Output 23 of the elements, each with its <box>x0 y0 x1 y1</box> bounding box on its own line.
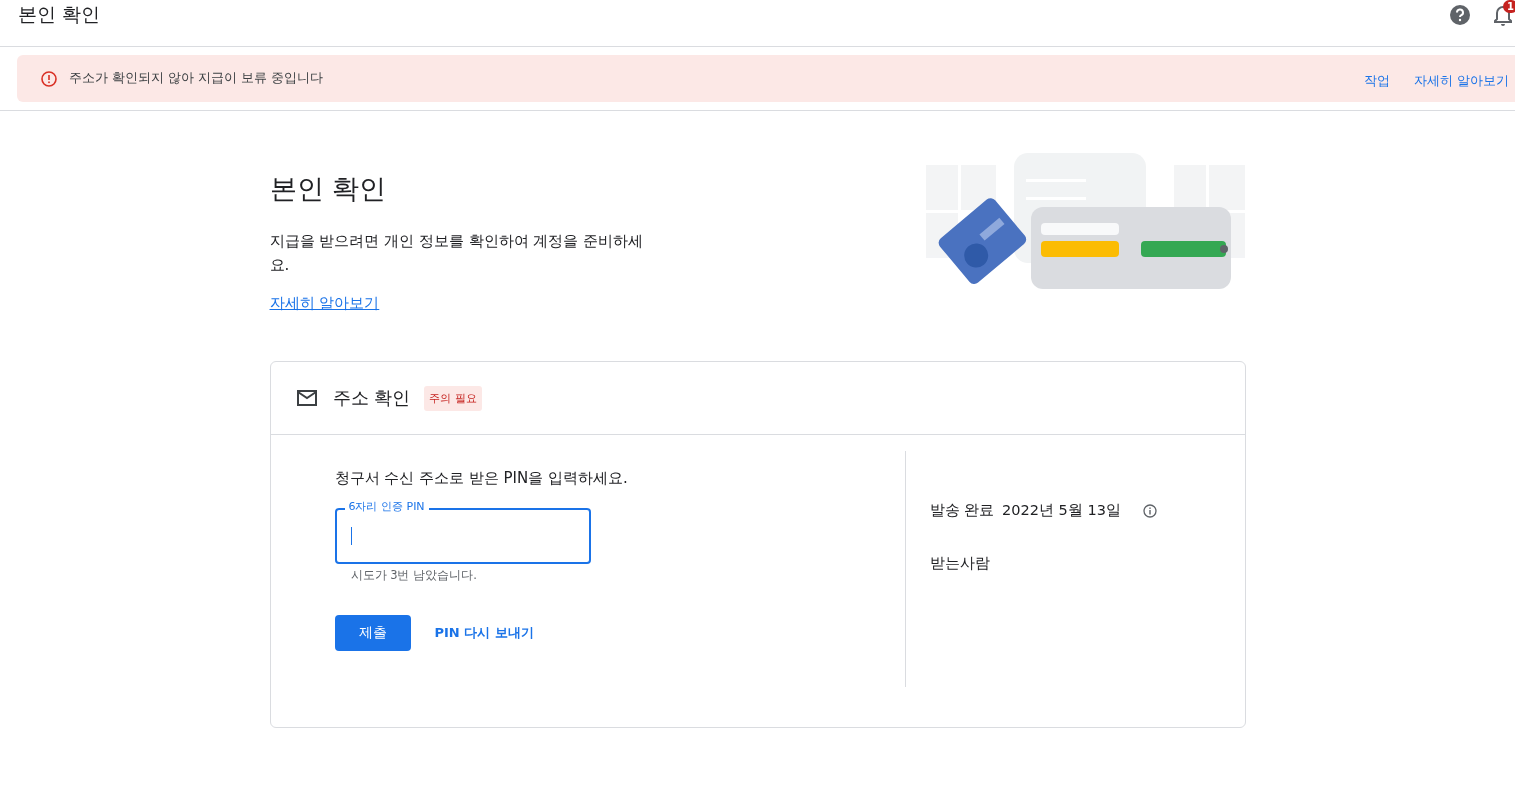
recipient-label: 받는사람 <box>929 554 990 573</box>
notification-count: 1 <box>1503 0 1515 13</box>
pin-field-label: 6자리 인증 PIN <box>344 499 429 514</box>
status-badge: 주의 필요 <box>424 385 482 411</box>
instruction-text: 청구서 수신 주소로 받은 PIN을 입력하세요. <box>334 469 629 488</box>
info-icon[interactable] <box>1142 503 1157 518</box>
learn-more-link[interactable]: 자세히 알아보기 <box>269 294 380 312</box>
help-icon[interactable] <box>1449 4 1471 26</box>
banner-link[interactable]: 자세히 알아보기 <box>1414 73 1509 90</box>
page-title: 본인 확인 <box>18 2 101 27</box>
error-icon <box>41 70 57 87</box>
submit-button[interactable]: 제출 <box>334 615 411 651</box>
mail-icon <box>296 390 317 406</box>
sent-date: 2022년 5월 13일 <box>1002 501 1121 520</box>
sent-label: 발송 완료 <box>929 501 995 520</box>
description-text: 지급을 받으려면 개인 정보를 확인하여 계정을 준비하세요. <box>269 231 645 276</box>
helper-text: 시도가 3번 남았습니다. <box>350 568 478 583</box>
section-title: 본인 확인 <box>269 172 388 206</box>
resend-pin-link[interactable]: PIN 다시 보내기 <box>434 624 534 642</box>
notifications-icon[interactable] <box>1493 4 1513 26</box>
banner-message: 주소가 확인되지 않아 지급이 보류 중입니다 <box>69 70 324 87</box>
card-title: 주소 확인 <box>332 386 411 410</box>
banner-link[interactable]: 작업 <box>1364 73 1390 90</box>
